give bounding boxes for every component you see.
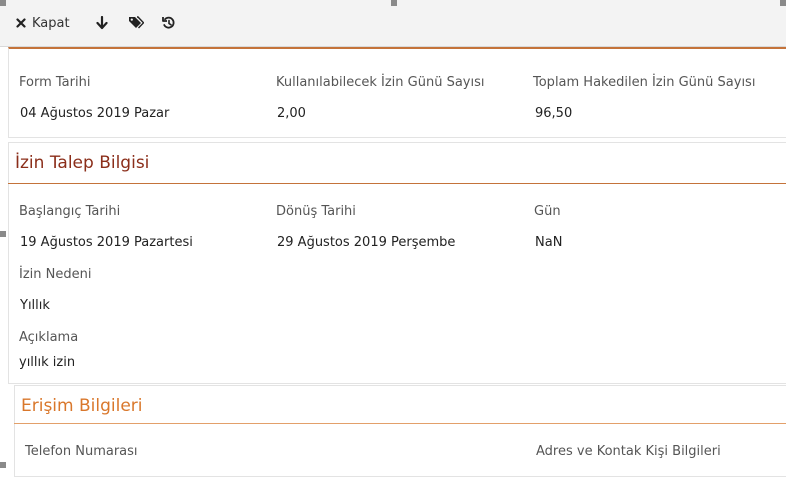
resize-handle[interactable] [0,231,6,237]
history-icon [162,16,176,30]
available-days-value: 2,00 [277,106,306,121]
leave-reason-label: İzin Nedeni [19,267,92,282]
return-date-label: Dönüş Tarihi [276,204,356,219]
form-info-panel [8,47,786,138]
days-label: Gün [534,204,561,219]
tags-button[interactable] [128,14,144,32]
form-date-value: 04 Ağustos 2019 Pazar [20,106,170,121]
resize-handle[interactable] [780,0,786,6]
total-earned-days-value: 96,50 [535,106,573,121]
arrow-down-icon [96,16,108,30]
resize-handle[interactable] [0,462,6,468]
available-days-label: Kullanılabilecek İzin Günü Sayısı [276,75,485,90]
return-date-value: 29 Ağustos 2019 Perşembe [277,235,456,250]
section-divider [14,423,786,424]
days-value: NaN [535,235,563,250]
close-button-label: Kapat [32,15,70,31]
download-button[interactable] [96,14,108,32]
start-date-label: Başlangıç Tarihi [19,204,121,219]
description-value: yıllık izin [19,355,76,370]
access-info-title: Erişim Bilgileri [21,396,143,416]
address-contact-label: Adres ve Kontak Kişi Bilgileri [536,444,721,459]
form-date-label: Form Tarihi [19,75,91,90]
section-divider [8,183,786,184]
description-label: Açıklama [19,330,79,345]
start-date-value: 19 Ağustos 2019 Pazartesi [20,235,193,250]
tags-icon [128,16,144,30]
close-button[interactable]: Kapat [16,14,70,32]
resize-handle[interactable] [391,0,397,6]
leave-request-title: İzin Talep Bilgisi [15,153,150,173]
history-button[interactable] [162,14,176,32]
total-earned-days-label: Toplam Hakedilen İzin Günü Sayısı [533,75,756,90]
resize-handle[interactable] [0,0,6,6]
phone-number-label: Telefon Numarası [25,444,138,459]
toolbar: Kapat [0,0,786,47]
close-icon [16,18,26,28]
leave-reason-value: Yıllık [20,298,50,313]
leave-request-panel [8,142,786,384]
